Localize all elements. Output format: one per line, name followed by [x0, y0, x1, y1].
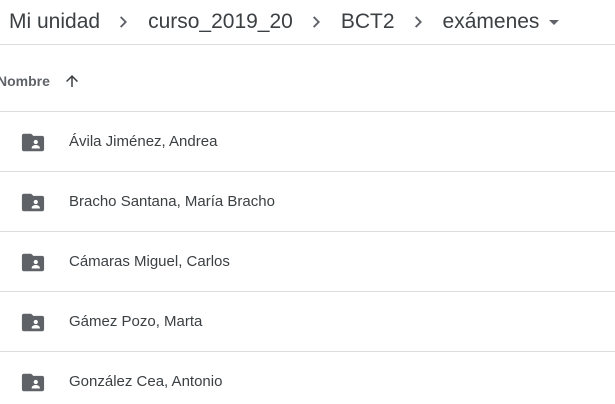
list-item[interactable]: Ávila Jiménez, Andrea	[0, 112, 615, 172]
column-header-name: Nombre	[0, 73, 50, 89]
breadcrumb-item-mi-unidad[interactable]: Mi unidad	[9, 0, 100, 44]
list-item[interactable]: Bracho Santana, María Bracho	[0, 172, 615, 232]
list-item[interactable]: Cámaras Miguel, Carlos	[0, 232, 615, 292]
column-header: Nombre	[0, 51, 615, 112]
breadcrumb-item-bct2[interactable]: BCT2	[341, 0, 395, 44]
breadcrumb-item-examenes[interactable]: exámenes	[443, 0, 540, 44]
chevron-right-icon	[100, 0, 148, 44]
file-name: Cámaras Miguel, Carlos	[69, 253, 230, 270]
shared-folder-icon	[21, 190, 45, 214]
file-name: González Cea, Antonio	[69, 373, 223, 390]
list-item[interactable]: González Cea, Antonio	[0, 352, 615, 404]
chevron-right-icon	[293, 0, 341, 44]
file-name: Bracho Santana, María Bracho	[69, 193, 275, 210]
shared-folder-icon	[21, 130, 45, 154]
shared-folder-icon	[21, 250, 45, 274]
breadcrumb: Mi unidad curso_2019_20 BCT2 exámenes	[0, 0, 615, 45]
arrow-up-icon	[62, 71, 82, 91]
shared-folder-icon	[21, 370, 45, 394]
file-list: Ávila Jiménez, Andrea Bracho Santana, Ma…	[0, 112, 615, 404]
file-name: Gámez Pozo, Marta	[69, 313, 203, 330]
sort-by-name-button[interactable]: Nombre	[0, 71, 82, 91]
breadcrumb-item-curso[interactable]: curso_2019_20	[148, 0, 293, 44]
file-name: Ávila Jiménez, Andrea	[69, 133, 218, 150]
drive-folder-view: Mi unidad curso_2019_20 BCT2 exámenes No…	[0, 0, 615, 404]
chevron-right-icon	[395, 0, 443, 44]
shared-folder-icon	[21, 310, 45, 334]
caret-down-icon[interactable]	[539, 0, 569, 44]
list-item[interactable]: Gámez Pozo, Marta	[0, 292, 615, 352]
